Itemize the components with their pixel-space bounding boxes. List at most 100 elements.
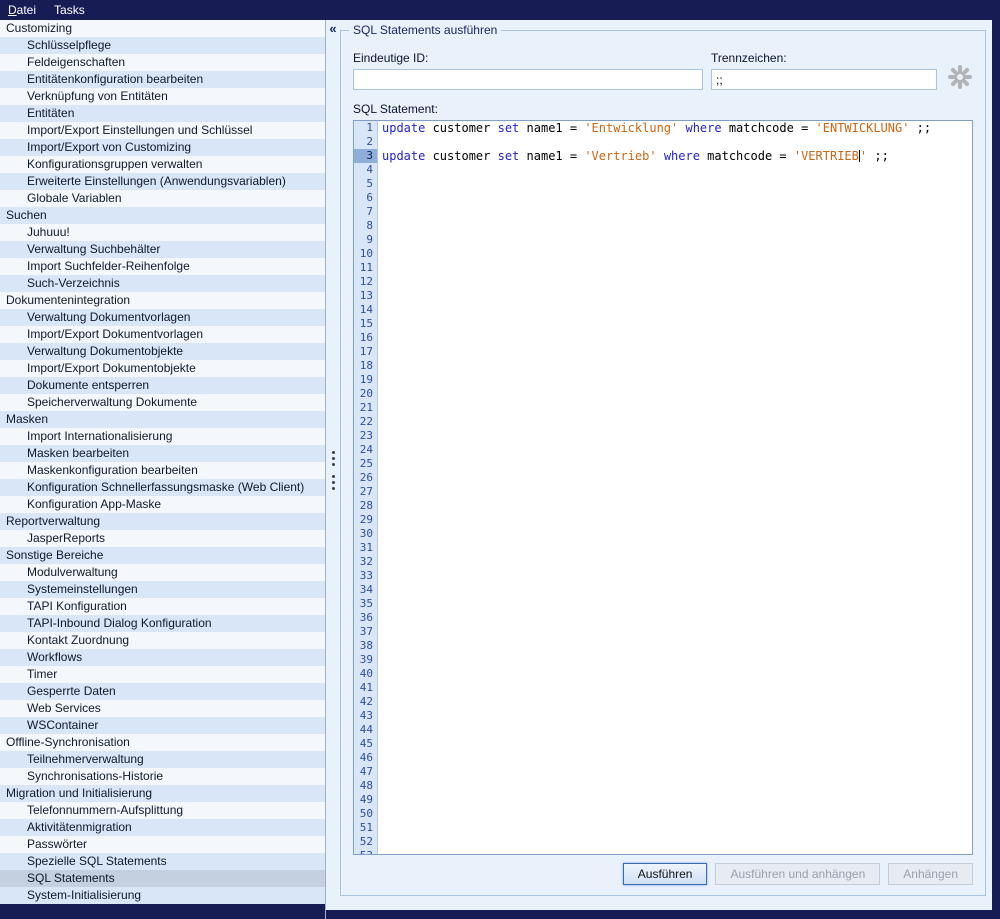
sidebar-item[interactable]: Schlüsselpflege bbox=[0, 37, 325, 54]
sidebar-item[interactable]: Systemeinstellungen bbox=[0, 581, 325, 598]
code-line bbox=[382, 499, 972, 513]
sidebar-item[interactable]: TAPI-Inbound Dialog Konfiguration bbox=[0, 615, 325, 632]
code-line bbox=[382, 653, 972, 667]
sidebar-item[interactable]: Entitätenkonfiguration bearbeiten bbox=[0, 71, 325, 88]
sidebar-category[interactable]: Dokumentenintegration bbox=[0, 292, 325, 309]
sidebar-item[interactable]: Web Services bbox=[0, 700, 325, 717]
sidebar-item[interactable]: System-Initialisierung bbox=[0, 887, 325, 904]
ausfuehren-button[interactable]: Ausführen bbox=[623, 863, 708, 885]
sidebar-item[interactable]: Feldeigenschaften bbox=[0, 54, 325, 71]
sidebar-item[interactable]: Masken bearbeiten bbox=[0, 445, 325, 462]
code-line bbox=[382, 807, 972, 821]
sidebar-item[interactable]: Verwaltung Dokumentvorlagen bbox=[0, 309, 325, 326]
anhaengen-button[interactable]: Anhängen bbox=[888, 863, 973, 885]
sidebar-item[interactable]: Entitäten bbox=[0, 105, 325, 122]
sidebar-item[interactable]: Dokumente entsperren bbox=[0, 377, 325, 394]
splitter-grip-icon[interactable] bbox=[332, 451, 335, 496]
sidebar-item[interactable]: Import Internationalisierung bbox=[0, 428, 325, 445]
sidebar-item[interactable]: WSContainer bbox=[0, 717, 325, 734]
sidebar-category[interactable]: Customizing bbox=[0, 20, 325, 37]
unique-id-label: Eindeutige ID: bbox=[353, 51, 703, 65]
sidebar-item[interactable]: Spezielle SQL Statements bbox=[0, 853, 325, 870]
sidebar-item[interactable]: Teilnehmerverwaltung bbox=[0, 751, 325, 768]
sidebar-item[interactable]: Import Suchfelder-Reihenfolge bbox=[0, 258, 325, 275]
sidebar-item[interactable]: Modulverwaltung bbox=[0, 564, 325, 581]
code-line bbox=[382, 219, 972, 233]
line-number: 50 bbox=[354, 807, 377, 821]
sidebar-item[interactable]: Globale Variablen bbox=[0, 190, 325, 207]
collapse-sidebar-icon[interactable]: « bbox=[329, 22, 336, 36]
sidebar-item[interactable]: Konfiguration Schnellerfassungsmaske (We… bbox=[0, 479, 325, 496]
line-number: 23 bbox=[354, 429, 377, 443]
line-number: 36 bbox=[354, 611, 377, 625]
code-line bbox=[382, 527, 972, 541]
sidebar-item[interactable]: Such-Verzeichnis bbox=[0, 275, 325, 292]
sidebar-item[interactable]: Verknüpfung von Entitäten bbox=[0, 88, 325, 105]
sidebar-category[interactable]: Migration und Initialisierung bbox=[0, 785, 325, 802]
line-number: 3 bbox=[354, 149, 377, 163]
code-line bbox=[382, 191, 972, 205]
sql-statement-label: SQL Statement: bbox=[353, 102, 973, 116]
line-number: 18 bbox=[354, 359, 377, 373]
code-line: update customer set name1 = 'Entwicklung… bbox=[382, 121, 972, 135]
sidebar-item[interactable]: Verwaltung Dokumentobjekte bbox=[0, 343, 325, 360]
sidebar-category[interactable]: Masken bbox=[0, 411, 325, 428]
sidebar-item[interactable]: Kontakt Zuordnung bbox=[0, 632, 325, 649]
line-number: 39 bbox=[354, 653, 377, 667]
line-number: 40 bbox=[354, 667, 377, 681]
sidebar-item[interactable]: Juhuuu! bbox=[0, 224, 325, 241]
ausfuehren-und-anhaengen-button[interactable]: Ausführen und anhängen bbox=[715, 863, 880, 885]
sidebar-item[interactable]: Aktivitätenmigration bbox=[0, 819, 325, 836]
code-line bbox=[382, 541, 972, 555]
settings-gear-icon[interactable] bbox=[939, 64, 973, 90]
code-area[interactable]: update customer set name1 = 'Entwicklung… bbox=[378, 121, 972, 854]
sidebar-item[interactable]: Passwörter bbox=[0, 836, 325, 853]
line-number: 2 bbox=[354, 135, 377, 149]
sidebar-item[interactable]: Konfigurationsgruppen verwalten bbox=[0, 156, 325, 173]
sidebar-category[interactable]: Offline-Synchronisation bbox=[0, 734, 325, 751]
fields-row: Eindeutige ID: Trennzeichen: bbox=[353, 51, 973, 90]
sidebar-item[interactable]: SQL Statements bbox=[0, 870, 325, 887]
sidebar-item[interactable]: Erweiterte Einstellungen (Anwendungsvari… bbox=[0, 173, 325, 190]
sidebar-item[interactable]: Gesperrte Daten bbox=[0, 683, 325, 700]
line-number: 16 bbox=[354, 331, 377, 345]
separator-input[interactable] bbox=[711, 69, 937, 90]
code-line bbox=[382, 849, 972, 854]
sidebar-item[interactable]: Synchronisations-Historie bbox=[0, 768, 325, 785]
sidebar-item[interactable]: Timer bbox=[0, 666, 325, 683]
sidebar-item[interactable]: TAPI Konfiguration bbox=[0, 598, 325, 615]
menu-datei-rest: atei bbox=[17, 3, 36, 17]
sidebar-item[interactable]: Import/Export Einstellungen und Schlüsse… bbox=[0, 122, 325, 139]
splitter[interactable]: « bbox=[326, 20, 340, 910]
menu-tasks[interactable]: Tasks bbox=[54, 3, 85, 17]
code-line bbox=[382, 709, 972, 723]
sidebar-item[interactable]: Telefonnummern-Aufsplittung bbox=[0, 802, 325, 819]
sidebar-item[interactable]: Maskenkonfiguration bearbeiten bbox=[0, 462, 325, 479]
line-number: 51 bbox=[354, 821, 377, 835]
unique-id-input[interactable] bbox=[353, 69, 703, 90]
code-line bbox=[382, 317, 972, 331]
sql-editor[interactable]: 1234567891011121314151617181920212223242… bbox=[353, 120, 973, 855]
menu-datei[interactable]: Datei bbox=[8, 3, 36, 17]
code-line bbox=[382, 765, 972, 779]
code-line bbox=[382, 247, 972, 261]
sidebar-category[interactable]: Sonstige Bereiche bbox=[0, 547, 325, 564]
code-line bbox=[382, 303, 972, 317]
sidebar-item[interactable]: JasperReports bbox=[0, 530, 325, 547]
sidebar-category[interactable]: Reportverwaltung bbox=[0, 513, 325, 530]
sidebar-item[interactable]: Import/Export Dokumentobjekte bbox=[0, 360, 325, 377]
code-line bbox=[382, 457, 972, 471]
code-line bbox=[382, 583, 972, 597]
sidebar-item[interactable]: Verwaltung Suchbehälter bbox=[0, 241, 325, 258]
sidebar-item[interactable]: Import/Export von Customizing bbox=[0, 139, 325, 156]
line-number: 26 bbox=[354, 471, 377, 485]
code-line bbox=[382, 429, 972, 443]
code-line bbox=[382, 275, 972, 289]
code-line bbox=[382, 261, 972, 275]
sidebar-item[interactable]: Konfiguration App-Maske bbox=[0, 496, 325, 513]
sidebar-item[interactable]: Workflows bbox=[0, 649, 325, 666]
sidebar-category[interactable]: Suchen bbox=[0, 207, 325, 224]
sidebar-item[interactable]: Import/Export Dokumentvorlagen bbox=[0, 326, 325, 343]
sidebar-item[interactable]: Speicherverwaltung Dokumente bbox=[0, 394, 325, 411]
code-line bbox=[382, 597, 972, 611]
